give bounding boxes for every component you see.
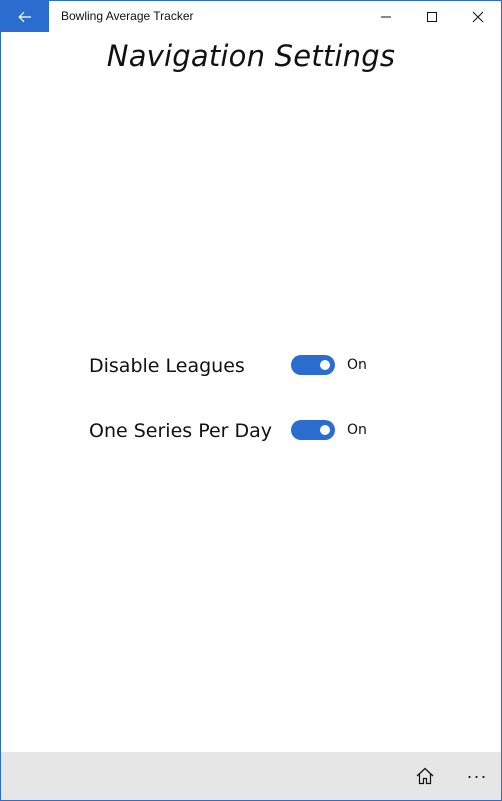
setting-one-series-per-day: One Series Per Day On [89,418,419,446]
disable-leagues-toggle[interactable] [291,355,335,375]
home-icon [416,767,434,785]
toggle-knob [320,360,330,370]
setting-label: One Series Per Day [89,420,273,442]
close-icon [472,11,484,22]
toggle-knob [320,425,330,435]
setting-label: Disable Leagues [89,355,245,377]
command-bar: ··· [1,752,501,800]
title-bar: Bowling Average Tracker [1,1,501,32]
home-button[interactable] [405,758,445,794]
back-button[interactable] [1,1,49,32]
app-window: Bowling Average Tracker Navigation Setti… [0,0,502,801]
toggle-state-label: On [347,357,367,373]
maximize-icon [427,11,437,22]
one-series-per-day-toggle[interactable] [291,420,335,440]
close-button[interactable] [455,1,501,32]
maximize-button[interactable] [409,1,455,32]
minimize-icon [381,16,391,17]
minimize-button[interactable] [363,1,409,32]
more-icon: ··· [466,765,488,786]
setting-disable-leagues: Disable Leagues On [89,353,419,381]
more-button[interactable]: ··· [457,758,497,794]
page-title: Navigation Settings [106,39,396,73]
back-arrow-icon [18,11,31,22]
app-title: Bowling Average Tracker [61,9,194,23]
toggle-state-label: On [347,422,367,438]
